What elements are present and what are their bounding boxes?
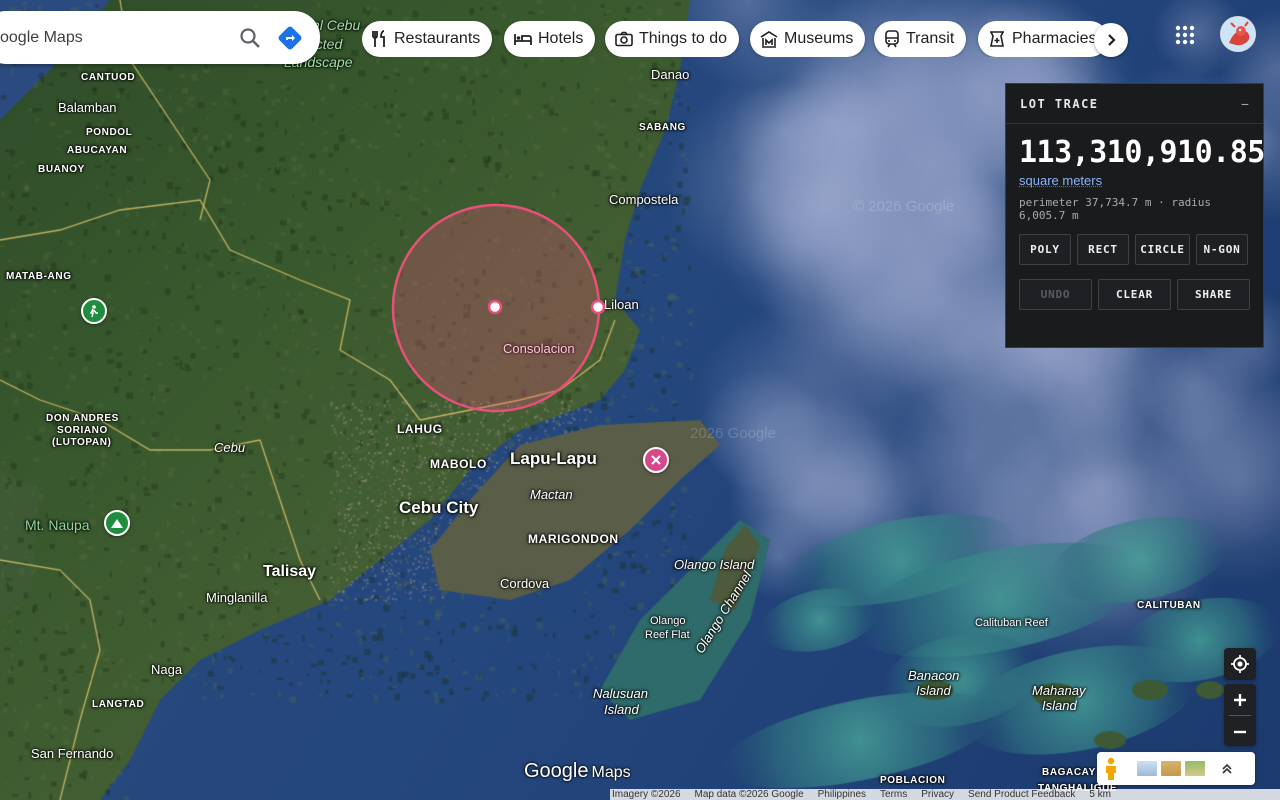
google-maps-logo: Google Maps bbox=[524, 760, 631, 783]
crosshair-icon bbox=[1230, 654, 1250, 674]
imagery-credit: Imagery ©2026 bbox=[612, 789, 681, 800]
minus-icon bbox=[1233, 730, 1247, 734]
chip-label: Hotels bbox=[538, 30, 583, 48]
layer-thumb-satellite[interactable] bbox=[1185, 761, 1205, 776]
layer-thumb-terrain[interactable] bbox=[1161, 761, 1181, 776]
feedback-link[interactable]: Send Product Feedback bbox=[968, 789, 1075, 800]
scale-label[interactable]: 5 km bbox=[1089, 789, 1111, 800]
layers-control bbox=[1097, 752, 1255, 785]
search-icon bbox=[239, 27, 261, 49]
directions-icon bbox=[277, 25, 303, 51]
poly-tool-button[interactable]: POLY bbox=[1019, 234, 1071, 265]
shape-stats: perimeter 37,734.7 m · radius 6,005.7 m bbox=[1019, 196, 1251, 222]
camera-icon bbox=[615, 31, 633, 47]
chips-scroll-right-button[interactable] bbox=[1094, 23, 1128, 57]
panel-title: LOT TRACE bbox=[1020, 97, 1099, 111]
chip-label: Transit bbox=[906, 30, 954, 48]
chip-label: Restaurants bbox=[394, 30, 480, 48]
chip-transit[interactable]: Transit bbox=[874, 21, 966, 57]
privacy-link[interactable]: Privacy bbox=[921, 789, 954, 800]
search-button[interactable] bbox=[230, 18, 270, 58]
fork-knife-icon bbox=[372, 30, 388, 48]
attribution-bar: Imagery ©2026 Map data ©2026 Google Phil… bbox=[610, 789, 1280, 800]
plus-icon bbox=[1233, 693, 1247, 707]
chip-label: Things to do bbox=[639, 30, 727, 48]
expand-layers-button[interactable] bbox=[1221, 763, 1233, 775]
street-view-pegman[interactable] bbox=[1097, 752, 1125, 785]
chip-museums[interactable]: Museums bbox=[750, 21, 865, 57]
panel-header: LOT TRACE − bbox=[1006, 84, 1263, 124]
chip-label: Pharmacies bbox=[1012, 30, 1096, 48]
train-icon bbox=[884, 30, 900, 48]
search-box[interactable]: oogle Maps bbox=[0, 11, 320, 64]
zoom-out-button[interactable] bbox=[1224, 716, 1256, 747]
lot-trace-panel: LOT TRACE − 113,310,910.85 square meters… bbox=[1005, 83, 1264, 348]
chevron-up-double-icon bbox=[1221, 763, 1233, 775]
chip-pharmacies[interactable]: Pharmacies bbox=[978, 21, 1108, 57]
search-input[interactable]: oogle Maps bbox=[0, 29, 230, 47]
chip-label: Museums bbox=[784, 30, 853, 48]
area-value: 113,310,910.85 bbox=[1019, 135, 1263, 170]
bed-icon bbox=[514, 32, 532, 46]
terms-link[interactable]: Terms bbox=[880, 789, 907, 800]
clear-button[interactable]: CLEAR bbox=[1098, 279, 1171, 310]
ngon-tool-button[interactable]: N-GON bbox=[1196, 234, 1248, 265]
my-location-button[interactable] bbox=[1224, 648, 1256, 680]
category-chips: Restaurants Hotels Things to do Museums … bbox=[362, 21, 1128, 57]
directions-button[interactable] bbox=[270, 18, 310, 58]
circle-center-handle[interactable] bbox=[489, 301, 501, 313]
undo-button[interactable]: UNDO bbox=[1019, 279, 1092, 310]
logo-google-text: Google bbox=[524, 760, 589, 782]
chevron-right-icon bbox=[1105, 33, 1117, 47]
chip-hotels[interactable]: Hotels bbox=[504, 21, 595, 57]
zoom-in-button[interactable] bbox=[1224, 684, 1256, 715]
chip-restaurants[interactable]: Restaurants bbox=[362, 21, 492, 57]
logo-maps-text: Maps bbox=[592, 764, 631, 781]
pharmacy-icon bbox=[988, 30, 1006, 48]
museum-icon bbox=[760, 31, 778, 48]
chip-things-to-do[interactable]: Things to do bbox=[605, 21, 739, 57]
minimize-button[interactable]: − bbox=[1241, 96, 1249, 112]
share-button[interactable]: SHARE bbox=[1177, 279, 1250, 310]
account-avatar[interactable] bbox=[1220, 16, 1256, 52]
layer-thumb-default[interactable] bbox=[1137, 761, 1157, 776]
circle-radius-handle[interactable] bbox=[592, 301, 604, 313]
zoom-controls bbox=[1224, 684, 1256, 746]
shape-tool-row: POLY RECT CIRCLE N-GON bbox=[1019, 234, 1263, 265]
area-unit-toggle[interactable]: square meters bbox=[1019, 173, 1263, 188]
country-link[interactable]: Philippines bbox=[818, 789, 866, 800]
google-apps-button[interactable] bbox=[1170, 20, 1200, 50]
rect-tool-button[interactable]: RECT bbox=[1077, 234, 1129, 265]
action-row: UNDO CLEAR SHARE bbox=[1019, 279, 1263, 310]
map-data-credit: Map data ©2026 Google bbox=[695, 789, 804, 800]
apps-grid-icon bbox=[1175, 25, 1195, 45]
pegman-icon bbox=[1104, 757, 1118, 781]
circle-tool-button[interactable]: CIRCLE bbox=[1135, 234, 1190, 265]
